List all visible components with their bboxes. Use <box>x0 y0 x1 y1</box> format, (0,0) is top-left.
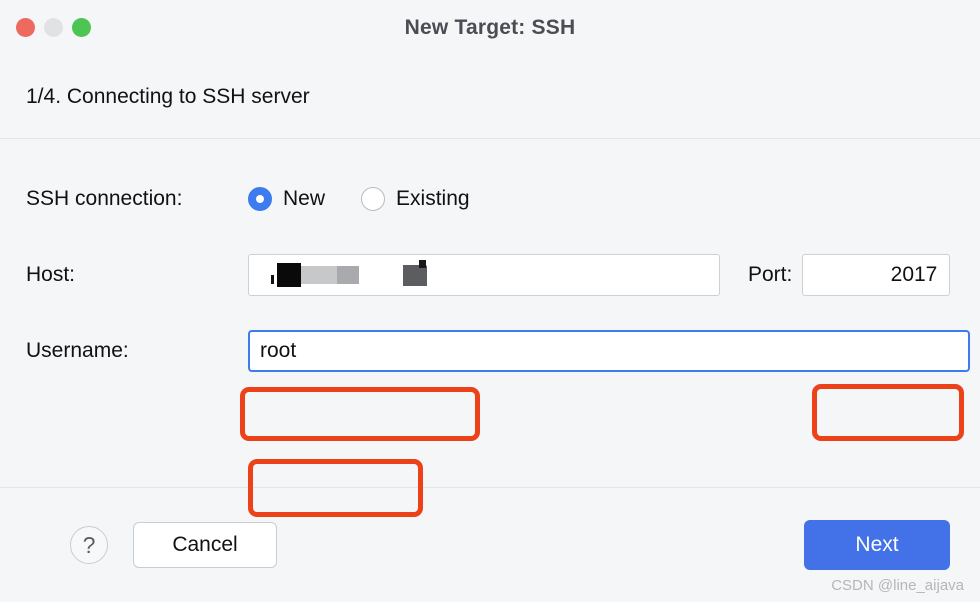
port-input[interactable]: 2017 <box>802 254 951 296</box>
ssh-new-target-dialog: New Target: SSH 1/4. Connecting to SSH s… <box>0 0 980 602</box>
port-value: 2017 <box>890 263 938 286</box>
radio-option-new[interactable]: New <box>248 187 325 211</box>
ssh-connection-label: SSH connection: <box>26 187 183 210</box>
radio-unselected-icon[interactable] <box>361 187 386 211</box>
step-header: 1/4. Connecting to SSH server <box>0 56 980 138</box>
annotation-box-port <box>812 384 964 441</box>
help-button[interactable]: ? <box>70 526 108 564</box>
close-window-icon[interactable] <box>16 18 35 37</box>
host-value-redacted <box>259 255 427 295</box>
step-header-label: 1/4. Connecting to SSH server <box>26 85 310 108</box>
radio-option-existing[interactable]: Existing <box>361 187 470 211</box>
username-row: Username: root <box>0 323 980 379</box>
next-button[interactable]: Next <box>804 520 950 570</box>
form-body: SSH connection: New Existing Host: Port:… <box>0 139 980 517</box>
maximize-window-icon[interactable] <box>72 18 91 37</box>
username-label: Username: <box>26 339 129 362</box>
annotation-box-host <box>240 387 480 441</box>
host-label: Host: <box>26 263 76 286</box>
cancel-button-label: Cancel <box>172 533 238 556</box>
radio-option-new-label: New <box>283 187 326 210</box>
username-value: root <box>260 339 297 362</box>
question-mark-icon: ? <box>82 531 96 558</box>
traffic-light-group <box>16 18 91 37</box>
radio-option-existing-label: Existing <box>396 187 470 210</box>
radio-selected-icon[interactable] <box>248 187 272 211</box>
next-button-label: Next <box>855 533 899 556</box>
watermark: CSDN @line_aijava <box>831 577 964 594</box>
title-bar: New Target: SSH <box>0 0 980 56</box>
host-row: Host: Port: 2017 <box>0 247 980 303</box>
port-label: Port: <box>748 263 793 286</box>
cancel-button[interactable]: Cancel <box>133 522 277 568</box>
ssh-connection-row: SSH connection: New Existing <box>0 171 980 227</box>
host-input[interactable] <box>248 254 720 296</box>
window-title: New Target: SSH <box>404 16 576 39</box>
ssh-connection-radio-group: New Existing <box>248 187 470 211</box>
minimize-window-icon[interactable] <box>44 18 63 37</box>
username-input[interactable]: root <box>248 330 970 372</box>
